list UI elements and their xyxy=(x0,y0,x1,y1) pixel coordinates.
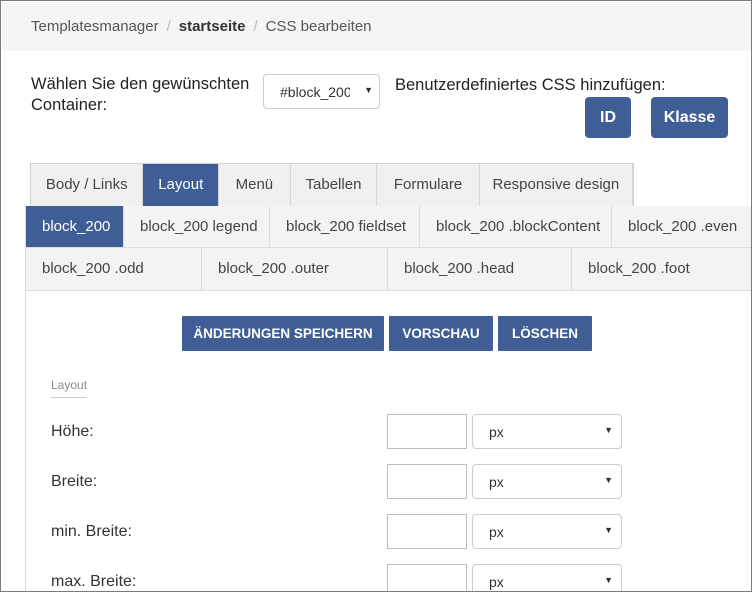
subtab-block-200-outer[interactable]: block_200 .outer xyxy=(202,248,388,290)
min-width-label: min. Breite: xyxy=(51,523,132,540)
subtab-block-200-legend[interactable]: block_200 legend xyxy=(124,206,270,247)
subtab-block-200[interactable]: block_200 xyxy=(26,206,124,247)
breadcrumb-templatesmanager[interactable]: Templatesmanager xyxy=(31,18,159,35)
caret-down-icon: ▼ xyxy=(604,525,613,535)
max-width-unit-select[interactable]: px ▼ xyxy=(472,564,622,591)
subtab-block-200-even[interactable]: block_200 .even xyxy=(612,206,751,247)
add-class-button[interactable]: Klasse xyxy=(651,97,728,138)
tab-menu[interactable]: Menü xyxy=(219,164,291,206)
container-select-label: Wählen Sie den gewünschten Container: xyxy=(31,75,250,114)
caret-down-icon: ▼ xyxy=(604,575,613,585)
container-select-value: #block_200 xyxy=(280,84,350,100)
width-label: Breite: xyxy=(51,473,98,490)
breadcrumb-startseite[interactable]: startseite xyxy=(179,18,246,35)
height-unit-value: px xyxy=(489,424,504,440)
subtab-block-200-head[interactable]: block_200 .head xyxy=(388,248,572,290)
container-select[interactable]: #block_200 ▼ xyxy=(263,74,380,109)
caret-down-icon: ▼ xyxy=(364,85,373,95)
preview-button[interactable]: VORSCHAU xyxy=(389,316,493,351)
save-changes-button[interactable]: ÄNDERUNGEN SPEICHERN xyxy=(182,316,384,351)
subtab-block-200-foot[interactable]: block_200 .foot xyxy=(572,248,751,290)
tab-formulare[interactable]: Formulare xyxy=(377,164,480,206)
css-editor-window: Templatesmanager / startseite / CSS bearbeit… xyxy=(0,0,752,592)
width-input[interactable] xyxy=(387,464,467,499)
tab-layout[interactable]: Layout xyxy=(143,164,220,206)
height-unit-select[interactable]: px ▼ xyxy=(472,414,622,449)
max-width-unit-value: px xyxy=(489,574,504,590)
max-width-label: max. Breite: xyxy=(51,573,137,590)
breadcrumb: Templatesmanager / startseite / CSS bearbeit… xyxy=(2,2,751,51)
main-tab-bar: Body / Links Layout Menü Tabellen Formul… xyxy=(30,163,634,206)
breadcrumb-current: CSS bearbeiten xyxy=(265,18,372,35)
subtab-block-200-odd[interactable]: block_200 .odd xyxy=(26,248,202,290)
width-unit-select[interactable]: px ▼ xyxy=(472,464,622,499)
breadcrumb-separator: / xyxy=(253,18,258,35)
min-width-unit-value: px xyxy=(489,524,504,540)
section-legend-layout: Layout xyxy=(51,378,88,398)
min-width-unit-select[interactable]: px ▼ xyxy=(472,514,622,549)
max-width-input[interactable] xyxy=(387,564,467,591)
subtab-block-200-blockcontent[interactable]: block_200 .blockContent xyxy=(420,206,612,247)
caret-down-icon: ▼ xyxy=(604,475,613,485)
add-id-button[interactable]: ID xyxy=(585,97,631,138)
min-width-input[interactable] xyxy=(387,514,467,549)
custom-css-label: Benutzerdefiniertes CSS hinzufügen: xyxy=(395,76,666,94)
selector-tab-row-1: block_200 block_200 legend block_200 fie… xyxy=(26,206,751,248)
caret-down-icon: ▼ xyxy=(604,425,613,435)
height-label: Höhe: xyxy=(51,423,94,440)
width-unit-value: px xyxy=(489,474,504,490)
selector-tab-row-2: block_200 .odd block_200 .outer block_20… xyxy=(26,248,751,291)
tab-responsive-design[interactable]: Responsive design xyxy=(480,164,633,206)
tab-body-links[interactable]: Body / Links xyxy=(31,164,144,206)
height-input[interactable] xyxy=(387,414,467,449)
subtab-block-200-fieldset[interactable]: block_200 fieldset xyxy=(270,206,420,247)
delete-button[interactable]: LÖSCHEN xyxy=(498,316,592,351)
tab-tabellen[interactable]: Tabellen xyxy=(291,164,378,206)
breadcrumb-separator: / xyxy=(166,18,171,35)
